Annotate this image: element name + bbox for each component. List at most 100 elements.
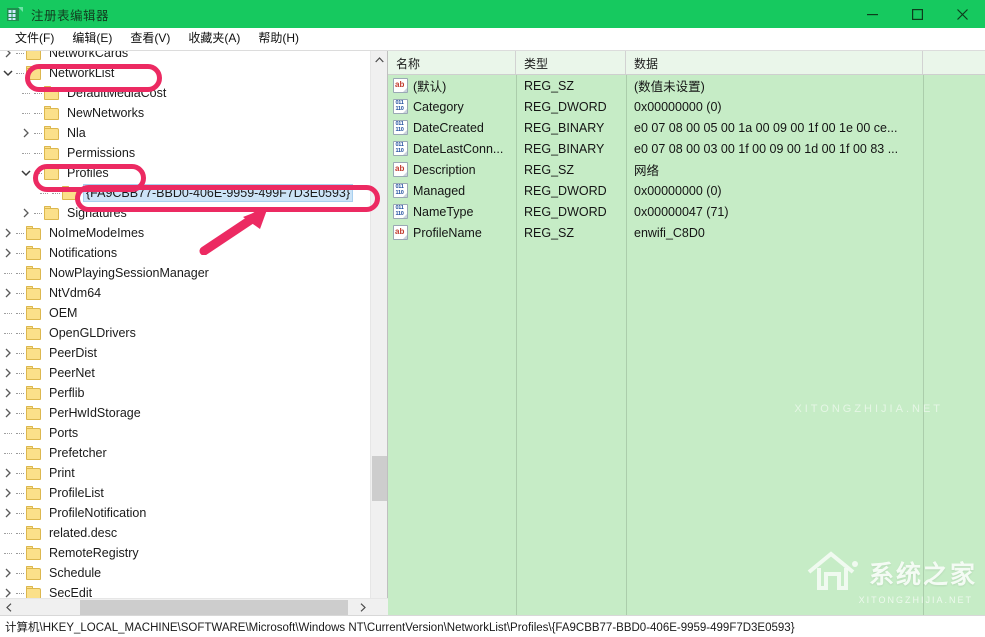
- tree-item-label: OEM: [47, 305, 79, 321]
- tree-item[interactable]: Profiles: [0, 163, 371, 183]
- chevron-right-icon[interactable]: [18, 205, 34, 221]
- status-bar: 计算机\HKEY_LOCAL_MACHINE\SOFTWARE\Microsof…: [0, 615, 985, 637]
- title-bar: 注册表编辑器: [0, 0, 985, 28]
- tree-connector: [16, 313, 24, 314]
- menu-edit[interactable]: 编辑(E): [63, 29, 121, 48]
- folder-icon: [43, 86, 60, 100]
- tree-item[interactable]: PeerNet: [0, 363, 371, 383]
- chevron-right-icon[interactable]: [0, 345, 16, 361]
- value-row[interactable]: abProfileNameREG_SZenwifi_C8D0: [388, 222, 985, 243]
- chevron-right-icon[interactable]: [0, 385, 16, 401]
- chevron-right-icon[interactable]: [0, 225, 16, 241]
- binary-value-icon: 011110: [393, 204, 408, 219]
- tree-item[interactable]: related.desc: [0, 523, 371, 543]
- tree-leaf-spacer: [0, 325, 16, 341]
- folder-icon: [25, 426, 42, 440]
- value-row[interactable]: 011110CategoryREG_DWORD0x00000000 (0): [388, 96, 985, 117]
- values-list-body[interactable]: ab(默认)REG_SZ(数值未设置) 011110 Category REG_DWO…: [388, 75, 985, 615]
- value-name-cell: 011110Managed: [388, 183, 516, 198]
- chevron-right-icon[interactable]: [0, 585, 16, 598]
- scroll-up-icon[interactable]: [371, 51, 388, 68]
- tree-item[interactable]: Signatures: [0, 203, 371, 223]
- tree-item[interactable]: DefaultMediaCost: [0, 83, 371, 103]
- tree-item[interactable]: Notifications: [0, 243, 371, 263]
- tree-item[interactable]: Prefetcher: [0, 443, 371, 463]
- chevron-right-icon[interactable]: [0, 485, 16, 501]
- chevron-right-icon[interactable]: [18, 125, 34, 141]
- chevron-right-icon[interactable]: [0, 405, 16, 421]
- column-header-name[interactable]: 名称: [388, 51, 516, 74]
- tree-item[interactable]: NoImeModeImes: [0, 223, 371, 243]
- column-header-data[interactable]: 数据: [626, 51, 923, 74]
- chevron-right-icon[interactable]: [0, 51, 16, 61]
- value-row[interactable]: 011110DateCreatedREG_BINARYe0 07 08 00 0…: [388, 117, 985, 138]
- binary-value-icon: 011110: [393, 141, 408, 156]
- tree-vertical-scrollbar[interactable]: [370, 51, 387, 615]
- value-name: Category: [413, 100, 464, 114]
- chevron-right-icon[interactable]: [0, 285, 16, 301]
- registry-tree-viewport: NetworkCardsNetworkListDefaultMediaCostN…: [0, 51, 371, 598]
- tree-item[interactable]: PerHwIdStorage: [0, 403, 371, 423]
- chevron-right-icon[interactable]: [0, 565, 16, 581]
- folder-icon: [25, 66, 42, 80]
- tree-leaf-spacer: [0, 545, 16, 561]
- tree-item[interactable]: {FA9CBB77-BBD0-406E-9959-499F7D3E0593}: [0, 183, 371, 203]
- tree-item[interactable]: NewNetworks: [0, 103, 371, 123]
- chevron-right-icon[interactable]: [0, 365, 16, 381]
- registry-tree[interactable]: NetworkCardsNetworkListDefaultMediaCostN…: [0, 51, 371, 598]
- folder-icon: [25, 406, 42, 420]
- value-row[interactable]: 011110DateLastConn...REG_BINARYe0 07 08 …: [388, 138, 985, 159]
- tree-item[interactable]: ProfileList: [0, 483, 371, 503]
- value-type: REG_DWORD: [516, 184, 626, 198]
- chevron-down-icon[interactable]: [0, 65, 16, 81]
- registry-editor-window: 注册表编辑器 文件(F) 编辑(E) 查看(V) 收藏夹(A) 帮助(H) Ne…: [0, 0, 985, 637]
- scroll-left-icon[interactable]: [0, 599, 17, 616]
- value-type: REG_DWORD: [516, 100, 626, 114]
- chevron-right-icon[interactable]: [0, 245, 16, 261]
- tree-item[interactable]: Perflib: [0, 383, 371, 403]
- tree-item[interactable]: SecEdit: [0, 583, 371, 598]
- folder-icon: [25, 326, 42, 340]
- minimize-button[interactable]: [850, 0, 895, 28]
- tree-item-label: NtVdm64: [47, 285, 103, 301]
- tree-item-label: OpenGLDrivers: [47, 325, 138, 341]
- menu-favorites[interactable]: 收藏夹(A): [179, 29, 249, 48]
- tree-item[interactable]: OpenGLDrivers: [0, 323, 371, 343]
- value-row[interactable]: 011110ManagedREG_DWORD0x00000000 (0): [388, 180, 985, 201]
- tree-item[interactable]: Permissions: [0, 143, 371, 163]
- tree-item[interactable]: NtVdm64: [0, 283, 371, 303]
- tree-hscroll-thumb[interactable]: [80, 600, 348, 615]
- tree-item[interactable]: NetworkList: [0, 63, 371, 83]
- tree-horizontal-scrollbar[interactable]: [0, 598, 388, 615]
- tree-item[interactable]: ProfileNotification: [0, 503, 371, 523]
- chevron-right-icon[interactable]: [0, 465, 16, 481]
- value-row[interactable]: abDescriptionREG_SZ网络: [388, 159, 985, 180]
- maximize-button[interactable]: [895, 0, 940, 28]
- tree-item[interactable]: RemoteRegistry: [0, 543, 371, 563]
- tree-item[interactable]: Print: [0, 463, 371, 483]
- menu-view[interactable]: 查看(V): [121, 29, 179, 48]
- tree-item[interactable]: Ports: [0, 423, 371, 443]
- registry-editor-icon: [7, 7, 23, 22]
- menu-file[interactable]: 文件(F): [6, 29, 63, 48]
- chevron-down-icon[interactable]: [18, 165, 34, 181]
- menu-help[interactable]: 帮助(H): [249, 29, 308, 48]
- tree-item[interactable]: NetworkCards: [0, 51, 371, 63]
- tree-item[interactable]: Nla: [0, 123, 371, 143]
- tree-item-label: ProfileNotification: [47, 505, 148, 521]
- value-data: (数值未设置): [626, 76, 923, 95]
- tree-item[interactable]: PeerDist: [0, 343, 371, 363]
- tree-item[interactable]: Schedule: [0, 563, 371, 583]
- scroll-right-icon[interactable]: [354, 599, 371, 616]
- tree-item[interactable]: NowPlayingSessionManager: [0, 263, 371, 283]
- chevron-right-icon[interactable]: [0, 505, 16, 521]
- column-header-type[interactable]: 类型: [516, 51, 626, 74]
- tree-scroll-thumb[interactable]: [372, 456, 387, 501]
- tree-item[interactable]: OEM: [0, 303, 371, 323]
- value-row[interactable]: ab(默认)REG_SZ(数值未设置): [388, 75, 985, 96]
- value-row[interactable]: 011110NameTypeREG_DWORD0x00000047 (71): [388, 201, 985, 222]
- tree-connector: [16, 453, 24, 454]
- close-button[interactable]: [940, 0, 985, 28]
- value-name-cell: 011110DateLastConn...: [388, 141, 516, 156]
- folder-icon: [43, 166, 60, 180]
